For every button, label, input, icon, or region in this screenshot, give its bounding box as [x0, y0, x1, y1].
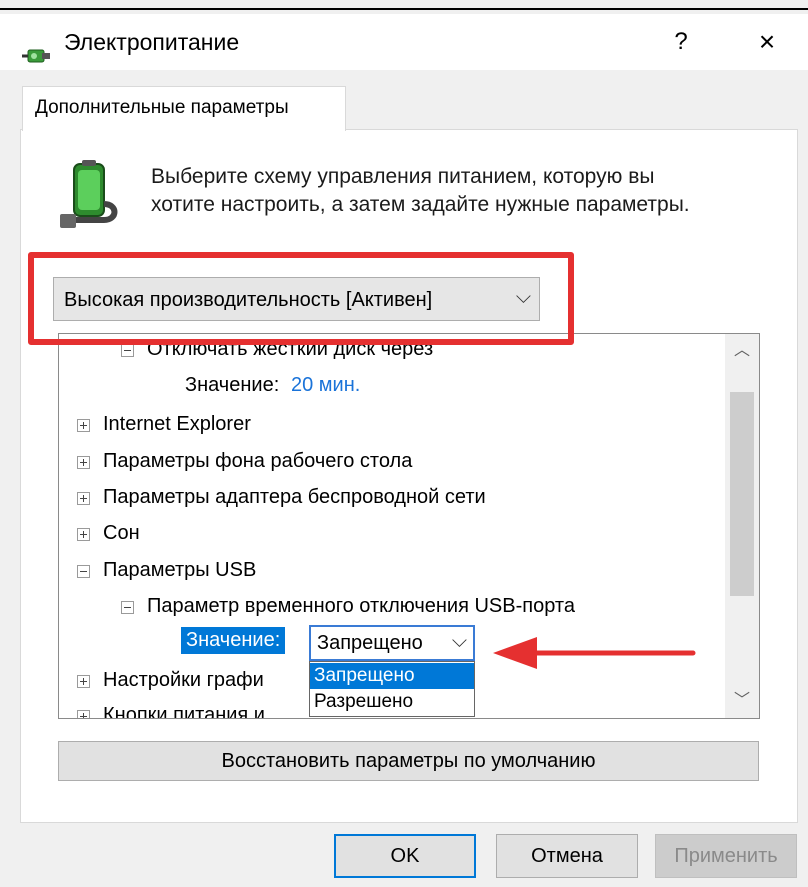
- scroll-thumb[interactable]: [730, 392, 754, 596]
- tab-advanced-settings[interactable]: Дополнительные параметры: [22, 86, 346, 131]
- usb-suspend-options[interactable]: Запрещено Разрешено: [309, 661, 475, 717]
- tree-item-label: Кнопки питания и: [103, 704, 265, 719]
- tree-item-label: Настройки графи: [103, 669, 264, 691]
- usb-suspend-value: Запрещено: [317, 632, 423, 654]
- option-disabled[interactable]: Запрещено: [310, 663, 474, 689]
- description-line-1: Выберите схему управления питанием, кото…: [151, 165, 655, 188]
- option-enabled[interactable]: Разрешено: [310, 689, 474, 715]
- expand-icon[interactable]: [77, 419, 90, 432]
- apply-button[interactable]: Применить: [655, 834, 797, 878]
- harddisk-value[interactable]: 20 мин.: [291, 374, 360, 397]
- power-options-dialog: Электропитание ? × Дополнительные параме…: [0, 0, 808, 887]
- cancel-button[interactable]: Отмена: [496, 834, 638, 878]
- usb-suspend-select[interactable]: Запрещено ⌵: [309, 625, 475, 661]
- scroll-up-icon[interactable]: ︿: [725, 334, 759, 368]
- tree-item-label: Internet Explorer: [103, 413, 251, 435]
- close-button[interactable]: ×: [746, 22, 788, 62]
- collapse-icon[interactable]: [77, 565, 90, 578]
- restore-defaults-label: Восстановить параметры по умолчанию: [221, 750, 596, 772]
- description-text: Выберите схему управления питанием, кото…: [151, 163, 690, 219]
- help-button[interactable]: ?: [664, 24, 698, 60]
- description-line-2: хотите настроить, а затем задайте нужные…: [151, 193, 690, 216]
- top-edge-line: [0, 8, 808, 10]
- tree-item-label: Сон: [103, 522, 140, 544]
- expand-icon[interactable]: [77, 675, 90, 688]
- battery-power-icon: [60, 160, 118, 228]
- collapse-icon[interactable]: [121, 601, 134, 614]
- window-title: Электропитание: [64, 29, 240, 55]
- tree-item-label: Параметры адаптера беспроводной сети: [103, 486, 486, 508]
- tree-item-label: Параметры фона рабочего стола: [103, 450, 413, 472]
- expand-icon[interactable]: [77, 710, 90, 718]
- chevron-down-icon: ⌵: [451, 630, 467, 652]
- power-plug-icon: [22, 49, 50, 63]
- ok-button[interactable]: OK: [334, 834, 476, 878]
- option-label: Разрешено: [314, 691, 414, 712]
- expand-icon[interactable]: [77, 492, 90, 505]
- tree-item-label: Параметр временного отключения USB-порта: [147, 595, 575, 617]
- expand-icon[interactable]: [77, 528, 90, 541]
- red-arrow-icon: [493, 637, 696, 669]
- collapse-icon[interactable]: [121, 344, 134, 357]
- usb-value-label: Значение:: [181, 627, 286, 654]
- tab-label: Дополнительные параметры: [35, 97, 289, 118]
- vertical-scrollbar[interactable]: ︿ ﹀: [725, 334, 759, 718]
- expand-icon[interactable]: [77, 456, 90, 469]
- value-label: Значение:: [185, 374, 280, 396]
- scroll-down-icon[interactable]: ﹀: [725, 684, 759, 718]
- restore-defaults-button[interactable]: Восстановить параметры по умолчанию: [58, 741, 759, 781]
- tree-item-label: Параметры USB: [103, 559, 257, 581]
- highlight-box: [28, 252, 574, 345]
- option-label: Запрещено: [314, 665, 415, 686]
